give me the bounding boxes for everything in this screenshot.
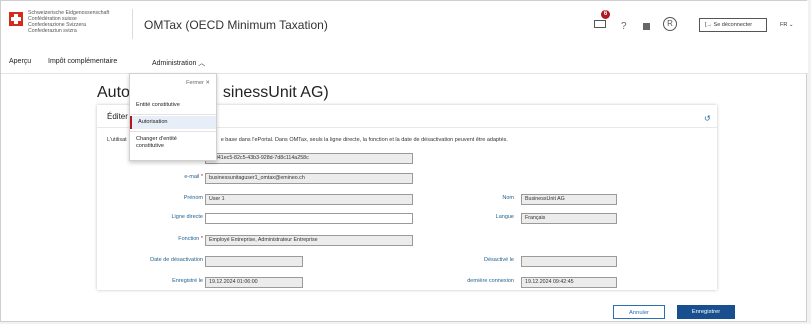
langue-field: Français [521,213,617,224]
main-nav: Aperçu Impôt complémentaire Administrati… [1,49,808,74]
prenom-label: Prénom [183,195,203,201]
user-avatar-icon[interactable]: R [663,17,677,31]
menu-item-autorisation[interactable]: Autorisation [130,116,216,129]
desactive-le-label: Désactivé le [484,257,514,263]
nav-item-administration[interactable]: Administration ︿ [152,58,205,68]
save-button[interactable]: Enregistrer [677,305,735,319]
undo-icon[interactable]: ↺ [704,114,711,123]
fonction-select[interactable]: Employé Entreprise, Administrateur Entre… [205,235,413,246]
page-title-end: sinessUnit AG) [222,84,329,101]
app-title: OMTax (OECD Minimum Taxation) [144,18,328,32]
menu-item-changer-entite[interactable]: Changer d'entité constitutive [130,136,216,150]
desactive-le-field [521,256,617,267]
help-icon[interactable]: ? [621,21,627,32]
intro-rest: e base dans l'ePortal. Dans OMTax, seuls… [220,137,508,143]
langue-label: Langue [495,214,514,220]
confed-line: Confederaziun svizra [28,28,77,34]
ligne-directe-label: Ligne directe [171,214,204,220]
fonction-label: Fonction * [178,236,203,242]
nom-label: Nom [502,195,514,201]
enregistre-le-field: 19.12.2024 01:06:00 [205,277,303,288]
language-select[interactable]: FR ⌄ [780,22,793,28]
cancel-button[interactable]: Annuler [613,305,665,319]
mail-icon[interactable] [594,20,606,28]
header: Schweizerische Eidgenossenschaft Confédé… [1,1,808,50]
intro-start: L'utilisat [107,137,127,143]
nom-field: BusinessUnit AG [521,194,617,205]
edit-heading: Éditer [107,112,128,121]
ligne-directe-input[interactable] [205,213,413,224]
dropdown-close-button[interactable]: Fermer ✕ [186,80,210,86]
derniere-connexion-label: dernière connexion [467,278,514,284]
notification-badge: 6 [601,10,610,19]
app-window: Schweizerische Eidgenossenschaft Confédé… [0,0,808,322]
required-mark: * [200,236,203,242]
email-label-text: e-mail [184,174,200,180]
email-field: businessunitaguser1_omtax@emineo.ch [205,173,413,184]
logout-button[interactable]: [→ Se déconnecter [699,18,767,32]
nav-item-apercu[interactable]: Aperçu [9,58,31,65]
enregistre-le-label: Enregistré le [172,278,203,284]
menu-item-entite-constitutive[interactable]: Entité constitutive [130,102,216,108]
derniere-connexion-field: 19.12.2024 09:42:45 [521,277,617,288]
date-desactivation-label: Date de désactivation [150,257,203,263]
divider [130,114,216,115]
email-label: e-mail * [184,174,203,180]
prenom-field: User 1 [205,194,413,205]
fonction-label-text: Fonction [178,236,200,242]
required-mark: * [200,174,203,180]
administration-dropdown: Fermer ✕ Entité constitutive Autorisatio… [129,73,217,161]
date-desactivation-input[interactable] [205,256,303,267]
nav-item-impot[interactable]: Impôt complémentaire [48,58,117,65]
grid-icon[interactable] [643,23,650,30]
confederation-logo-text: Schweizerische Eidgenossenschaft Confédé… [28,10,123,34]
header-divider [132,9,133,39]
user-id-field: e2041ec5-82c5-43b3-928d-7d8c114a258c [205,153,413,164]
divider [130,131,216,132]
page-title-start: Auto [97,84,130,101]
swiss-flag-icon [9,12,23,26]
